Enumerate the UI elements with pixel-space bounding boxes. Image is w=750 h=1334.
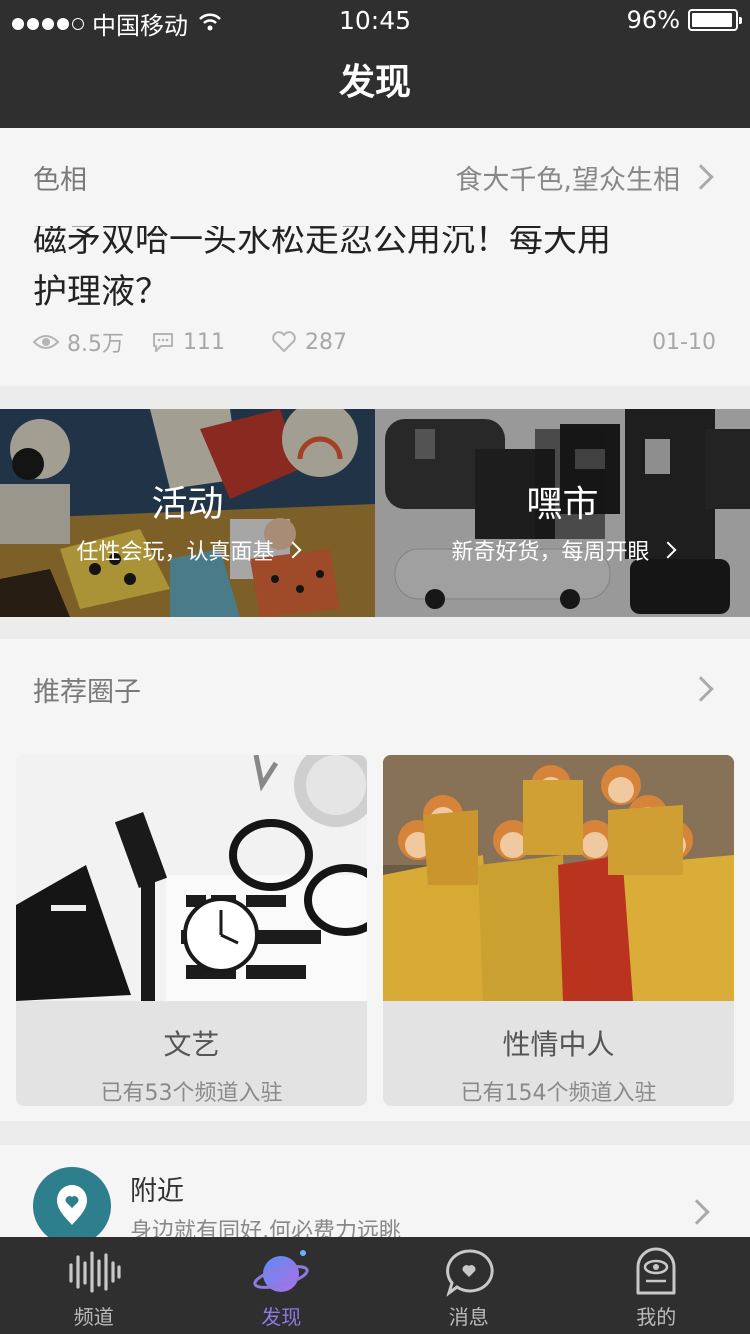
chevron-right-icon: [659, 541, 676, 559]
circle-cover-image: [16, 755, 367, 1001]
activity-banner[interactable]: 活动 任性会玩，认真面基: [0, 409, 375, 617]
tab-label: 消息: [448, 1305, 489, 1329]
circle-card-art[interactable]: 文艺 已有53个频道入驻: [16, 755, 367, 1106]
banner-subtitle: 任性会玩，认真面基: [0, 534, 375, 566]
section-more-label: 食大千色,望众生相: [455, 164, 680, 196]
hue-card[interactable]: 色相 食大千色,望众生相 磁矛双哈一头水松走忍公用沉！每大用 护理液？ 8.5万…: [0, 128, 750, 386]
hue-header[interactable]: 色相 食大千色,望众生相: [33, 128, 714, 226]
tab-label: 我的: [636, 1305, 677, 1329]
soundwave-icon: [64, 1247, 124, 1297]
profile-robot-icon: [626, 1247, 686, 1297]
article-title[interactable]: 磁矛双哈一头水松走忍公用沉！每大用 护理液？: [33, 214, 710, 318]
banner-title: 活动: [151, 484, 224, 525]
nearby-subtitle: 身边就有同好,何必费力远眺: [130, 1219, 401, 1237]
chat-bubble-icon: [439, 1247, 499, 1297]
tab-discover[interactable]: 发现: [188, 1237, 376, 1334]
comment-icon: [153, 333, 173, 352]
comments-stat: 111: [151, 330, 271, 355]
tab-label: 发现: [261, 1305, 302, 1329]
planet-icon: [251, 1247, 311, 1297]
battery-info: 96%: [626, 6, 742, 34]
nearby-card[interactable]: 附近 身边就有同好,何必费力远眺: [0, 1145, 750, 1237]
page-title: 发现: [338, 62, 411, 103]
tab-me[interactable]: 我的: [563, 1237, 750, 1334]
section-title: 推荐圈子: [33, 676, 141, 708]
tab-label: 频道: [73, 1305, 114, 1329]
nearby-title: 附近: [130, 1176, 184, 1207]
heart-icon: [272, 331, 296, 352]
circle-card-temperament[interactable]: 性情中人 已有154个频道入驻: [383, 755, 734, 1106]
battery-percent: 96%: [626, 6, 680, 34]
article-title-line2: 护理液？: [33, 272, 169, 312]
tab-messages[interactable]: 消息: [375, 1237, 563, 1334]
chevron-right-icon: [688, 164, 714, 190]
section-more-link[interactable]: 食大千色,望众生相: [455, 158, 714, 197]
circle-cover-image: [383, 755, 734, 1001]
nav-bar: 发现: [0, 40, 750, 128]
views-stat: 8.5万: [33, 326, 151, 358]
section-title: 色相: [33, 164, 87, 196]
location-pin-icon: [33, 1167, 111, 1237]
chevron-right-icon: [684, 1199, 710, 1225]
status-bar: 中国移动 10:45 96%: [0, 0, 750, 40]
circle-name: 性情中人: [502, 1028, 615, 1061]
article-date: 01-10: [652, 329, 716, 355]
chevron-right-icon: [688, 676, 714, 702]
likes-stat: 287: [271, 330, 347, 355]
article-meta: 8.5万 111 287 01-10: [33, 326, 716, 358]
circle-name: 文艺: [163, 1028, 220, 1061]
chevron-right-icon: [284, 541, 301, 559]
tab-channels[interactable]: 频道: [0, 1237, 188, 1334]
tab-bar: 频道 发现 消息 我的: [0, 1237, 750, 1334]
banner-title: 嘿市: [526, 484, 599, 525]
circles-header[interactable]: 推荐圈子: [33, 639, 714, 739]
feature-banners: 活动 任性会玩，认真面基 嘿市 新奇好货，每周开眼: [0, 409, 750, 617]
recommended-circles-card: 推荐圈子 文艺 已有53个频道入驻 性情中人 已有154个频道入驻: [0, 639, 750, 1121]
eye-icon: [33, 335, 59, 349]
circle-count: 已有53个频道入驻: [100, 1081, 283, 1106]
circle-count: 已有154个频道入驻: [460, 1081, 657, 1106]
circles-list: 文艺 已有53个频道入驻 性情中人 已有154个频道入驻: [16, 755, 734, 1106]
banner-subtitle: 新奇好货，每周开眼: [375, 534, 750, 566]
battery-icon: [688, 9, 742, 31]
market-banner[interactable]: 嘿市 新奇好货，每周开眼: [375, 409, 750, 617]
